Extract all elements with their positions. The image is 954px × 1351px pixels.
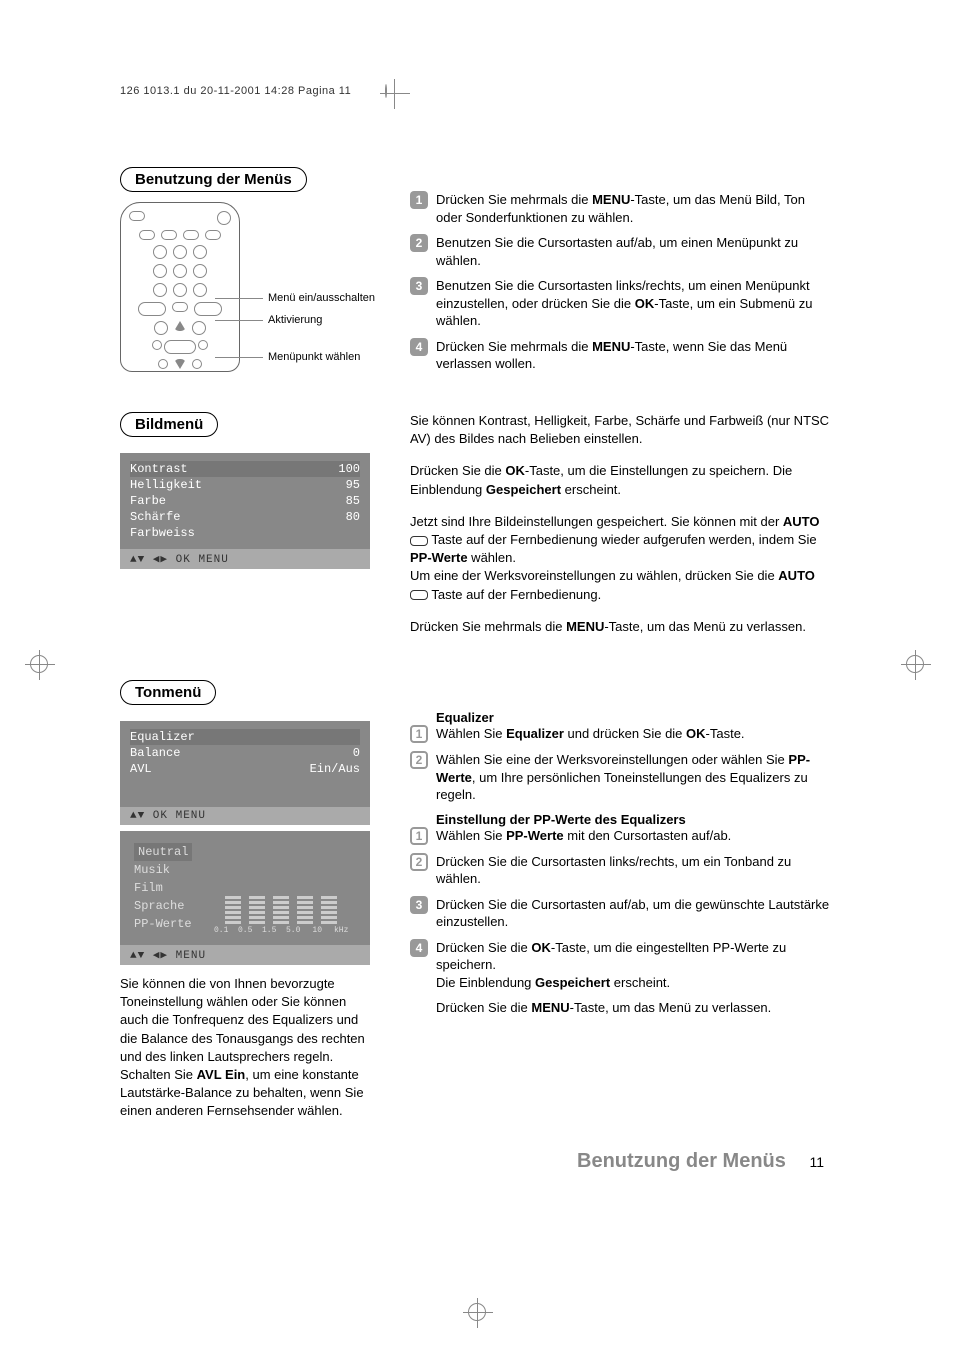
registration-mark-icon (30, 655, 48, 673)
remote-label-activate: Aktivierung (268, 314, 322, 326)
sound-note: Sie können die von Ihnen bevorzugte Tone… (120, 975, 370, 1121)
osd-footer-hints: ▲▼ ◀▶ MENU (120, 945, 370, 965)
remote-outline (120, 202, 240, 372)
step-badge-4: 4 (410, 338, 428, 356)
osd-item: Farbe (130, 494, 166, 508)
eq-frequency-labels: 0.1 0.5 1.5 5.0 10 kHz (202, 926, 360, 935)
osd-item: Helligkeit (130, 478, 202, 492)
header-text: 126 1013.1 du 20-11-2001 14:28 Pagina 11 (120, 85, 351, 97)
osd-value: Ein/Aus (310, 762, 360, 776)
step-badge-1: 1 (410, 725, 428, 743)
osd-picture-menu: Kontrast 100 Helligkeit 95 Farbe 85 Schärfe… (120, 453, 370, 549)
step-1: 1 Drücken Sie mehrmals die MENU-Taste, u… (410, 191, 834, 226)
osd-item: Kontrast (130, 462, 188, 476)
pp-step-1: 1 Wählen Sie PP-Werte mit den Cursortast… (410, 827, 834, 845)
step-4: 4 Drücken Sie mehrmals die MENU-Taste, w… (410, 338, 834, 373)
pp-step-2: 2 Drücken Sie die Cursortasten links/rec… (410, 853, 834, 888)
step-badge-1: 1 (410, 827, 428, 845)
page-footer: Benutzung der Menüs 11 (120, 1150, 834, 1173)
pp-heading: Einstellung der PP-Werte des Equalizers (410, 812, 834, 827)
step-badge-4: 4 (410, 939, 428, 957)
pp-step-4: 4 Drücken Sie die OK-Taste, um die einge… (410, 939, 834, 992)
eq-preset: Musik (134, 861, 192, 879)
osd-item: Schärfe (130, 510, 180, 524)
step-badge-3: 3 (410, 277, 428, 295)
osd-sound-menu: Equalizer Balance 0 AVL Ein/Aus (120, 721, 370, 807)
step-badge-2: 2 (410, 234, 428, 252)
osd-item: Equalizer (130, 730, 195, 744)
registration-mark-icon (385, 84, 387, 98)
eq-preset: Film (134, 879, 192, 897)
osd-equalizer-menu: Neutral Musik Film Sprache PP-Werte (120, 831, 370, 945)
eq-step-1: 1 Wählen Sie Equalizer und drücken Sie d… (410, 725, 834, 743)
print-header: 126 1013.1 du 20-11-2001 14:28 Pagina 11 (120, 85, 834, 97)
osd-item: Balance (130, 746, 180, 760)
osd-value: 95 (346, 478, 360, 492)
osd-item: AVL (130, 762, 152, 776)
osd-value: 85 (346, 494, 360, 508)
picture-exit: Drücken Sie mehrmals die MENU-Taste, um … (410, 618, 834, 636)
equalizer-heading: Equalizer (410, 710, 834, 725)
picture-recall: Jetzt sind Ihre Bildeinstellungen gespei… (410, 513, 834, 604)
step-2: 2 Benutzen Sie die Cursortasten auf/ab, … (410, 234, 834, 269)
auto-button-icon (410, 536, 428, 546)
picture-intro: Sie können Kontrast, Helligkeit, Farbe, … (410, 412, 834, 448)
registration-mark-icon (468, 1303, 486, 1321)
step-badge-2: 2 (410, 853, 428, 871)
step-3: 3 Benutzen Sie die Cursortasten links/re… (410, 277, 834, 330)
footer-page-number: 11 (809, 1154, 824, 1170)
pp-exit: Drücken Sie die MENU-Taste, um das Menü … (410, 999, 834, 1017)
eq-step-2: 2 Wählen Sie eine der Werksvoreinstellun… (410, 751, 834, 804)
step-badge-1: 1 (410, 191, 428, 209)
eq-preset: PP-Werte (134, 915, 192, 933)
remote-diagram: Menü ein/ausschalten Aktivierung Menüpun… (120, 202, 370, 382)
step-badge-2: 2 (410, 751, 428, 769)
osd-footer-hints: ▲▼ ◀▶ OK MENU (120, 549, 370, 569)
footer-title: Benutzung der Menüs (577, 1150, 786, 1172)
lead-line (215, 298, 263, 299)
eq-sliders-icon (202, 878, 360, 924)
lead-line (215, 320, 263, 321)
section-title-menus: Benutzung der Menüs (120, 167, 307, 192)
osd-value: 80 (346, 510, 360, 524)
osd-value: 100 (338, 462, 360, 476)
osd-item: Farbweiss (130, 526, 195, 540)
remote-label-select: Menüpunkt wählen (268, 351, 360, 363)
lead-line (215, 357, 263, 358)
eq-preset: Neutral (138, 843, 188, 861)
remote-label-menu: Menü ein/ausschalten (268, 292, 375, 304)
eq-preset: Sprache (134, 897, 192, 915)
registration-mark-icon (906, 655, 924, 673)
picture-save: Drücken Sie die OK-Taste, um die Einstel… (410, 462, 834, 498)
auto-button-icon (410, 590, 428, 600)
pp-step-3: 3 Drücken Sie die Cursortasten auf/ab, u… (410, 896, 834, 931)
step-badge-3: 3 (410, 896, 428, 914)
osd-value: 0 (353, 746, 360, 760)
osd-footer-hints: ▲▼ OK MENU (120, 807, 370, 825)
section-title-sound: Tonmenü (120, 680, 216, 705)
section-title-picture: Bildmenü (120, 412, 218, 437)
